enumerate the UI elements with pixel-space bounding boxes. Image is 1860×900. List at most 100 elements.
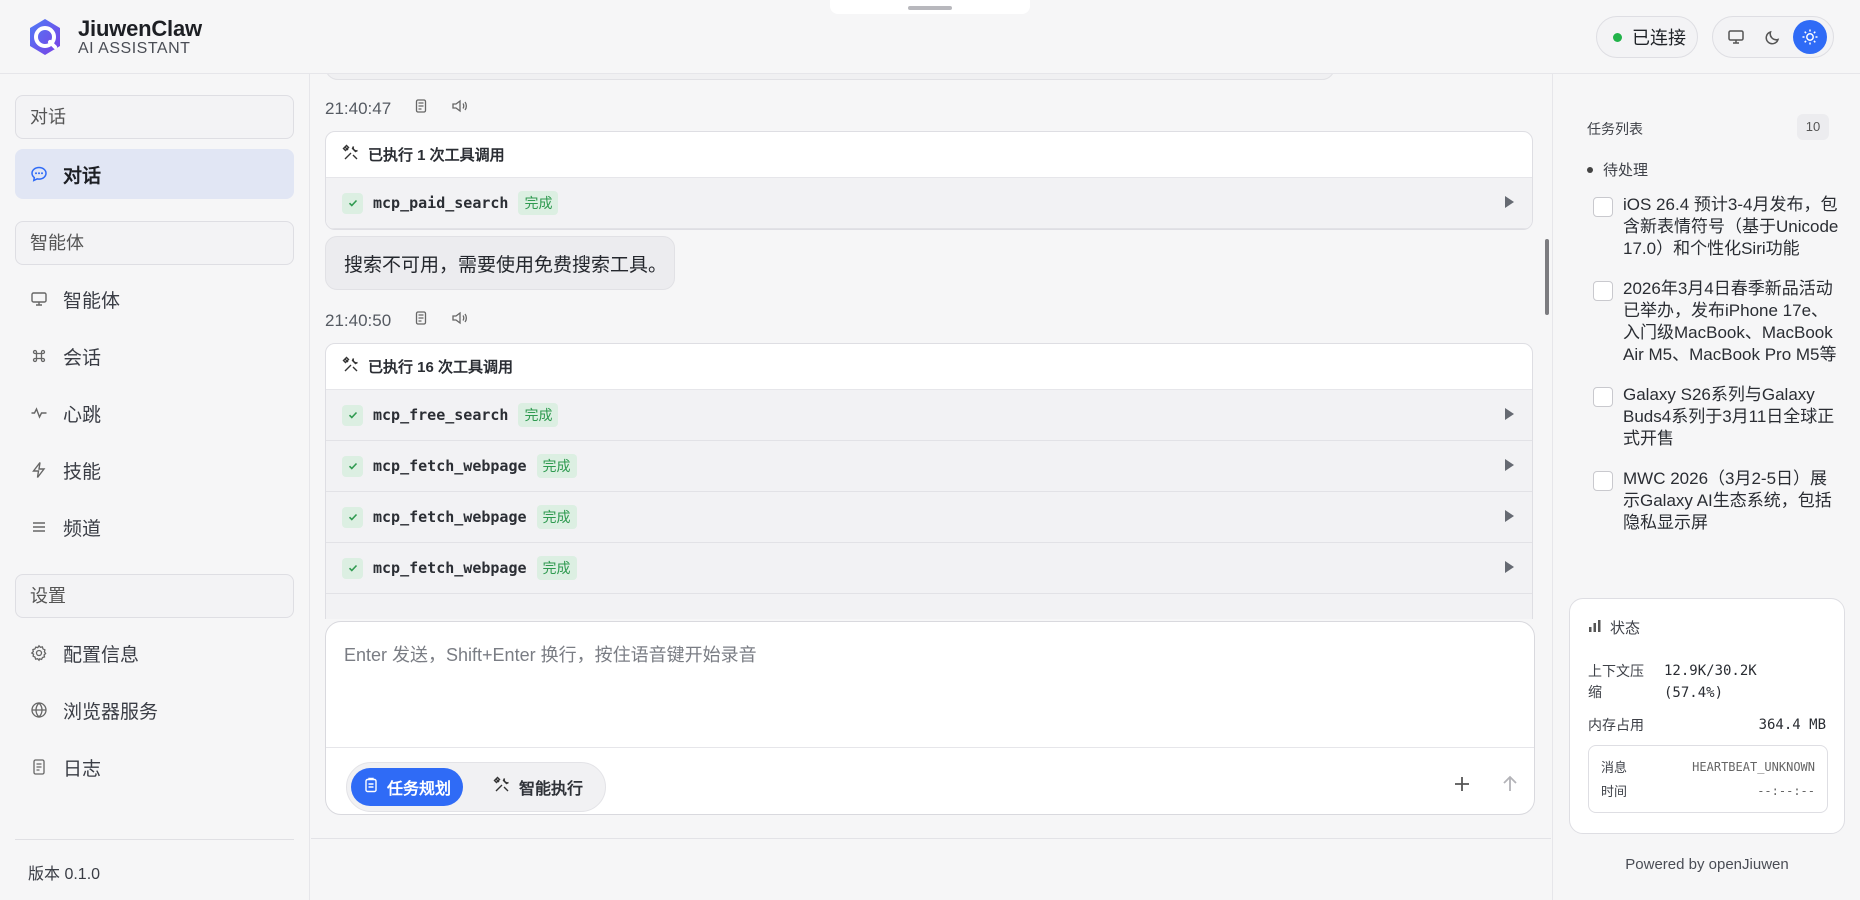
monitor-icon[interactable] <box>1719 20 1753 54</box>
sidebar-item-channels[interactable]: 频道 <box>15 502 294 552</box>
expand-arrow-icon[interactable] <box>1505 408 1514 420</box>
tool-call-row[interactable]: mcp_fetch_webpage 完成 <box>326 492 1532 543</box>
expand-arrow-icon[interactable] <box>1505 510 1514 522</box>
message-timestamp: 21:40:50 <box>325 310 392 330</box>
sidebar-item-label: 浏览器服务 <box>63 701 159 723</box>
task-checkbox[interactable] <box>1593 281 1613 301</box>
composer-divider <box>326 747 1534 748</box>
sidebar-divider <box>15 839 294 840</box>
sidebar-item-logs[interactable]: 日志 <box>15 742 294 792</box>
sidebar-section-settings: 设置 <box>15 574 294 618</box>
expand-arrow-icon[interactable] <box>1505 459 1514 471</box>
brand-subtitle: AI ASSISTANT <box>78 40 191 57</box>
message-timestamp: 21:40:47 <box>325 98 392 118</box>
tool-call-summary-label: 已执行 16 次工具调用 <box>368 359 514 376</box>
tool-call-row[interactable]: mcp_fetch_webpage 完成 <box>326 543 1532 594</box>
heartbeat-box: 消息 HEARTBEAT_UNKNOWN 时间 --:--:-- <box>1588 745 1828 813</box>
powered-by-label: Powered by openJiuwen <box>1625 856 1789 873</box>
globe-icon <box>29 700 49 720</box>
sidebar-item-config[interactable]: 配置信息 <box>15 628 294 678</box>
task-checkbox[interactable] <box>1593 387 1613 407</box>
message-meta: 21:40:47 <box>325 98 469 119</box>
sidebar-item-chat[interactable]: 对话 <box>15 149 294 199</box>
status-card-title: 状态 <box>1588 617 1640 638</box>
task-checkbox[interactable] <box>1593 471 1613 491</box>
sidebar-item-sessions[interactable]: 会话 <box>15 331 294 381</box>
context-compression-value: 12.9K/30.2K <box>1664 663 1757 679</box>
assistant-message-bubble: 搜索不可用，需要使用免费搜索工具。 <box>325 236 675 290</box>
window-drag-handle[interactable] <box>830 0 1030 14</box>
tool-call-summary[interactable]: 已执行 1 次工具调用 <box>326 132 1532 178</box>
mode-smart-execution-button[interactable]: 智能执行 <box>481 768 595 806</box>
tool-name: mcp_fetch_webpage <box>373 457 527 475</box>
plus-icon[interactable] <box>1450 772 1474 796</box>
chat-scrollbar-thumb[interactable] <box>1545 239 1549 315</box>
status-badge: 完成 <box>536 556 577 580</box>
bar-chart-icon <box>1588 619 1602 637</box>
pulse-icon <box>29 403 49 423</box>
message-list[interactable]: 21:40:47 已执行 1 次工具调用 mcp_paid_search 完成 … <box>311 74 1551 619</box>
mode-task-planning-button[interactable]: 任务规划 <box>351 768 464 806</box>
moon-icon[interactable] <box>1756 20 1790 54</box>
sidebar-item-label: 日志 <box>63 758 102 780</box>
copy-icon[interactable] <box>413 310 429 331</box>
expand-arrow-icon[interactable] <box>1505 196 1514 208</box>
sidebar: 对话 对话 智能体 智能体 会话 心跳 技能 频道 设置 配置信息 浏览器服务 … <box>0 74 310 900</box>
previous-message-bubble <box>325 74 1335 80</box>
app-version: 版本 0.1.0 <box>28 866 101 883</box>
task-list[interactable]: iOS 26.4 预计3-4月发布，包含新表情符号（基于Unicode 17.0… <box>1593 194 1843 594</box>
task-item: iOS 26.4 预计3-4月发布，包含新表情符号（基于Unicode 17.0… <box>1593 194 1843 260</box>
task-text: MWC 2026（3月2-5日）展示Galaxy AI生态系统，包括隐私显示屏 <box>1623 469 1832 532</box>
tool-call-row[interactable] <box>326 594 1532 619</box>
sidebar-item-browser-service[interactable]: 浏览器服务 <box>15 685 294 735</box>
sidebar-item-heartbeat[interactable]: 心跳 <box>15 388 294 438</box>
main-footer-divider <box>311 838 1551 839</box>
tool-call-card: 已执行 1 次工具调用 mcp_paid_search 完成 <box>325 131 1533 230</box>
tool-call-row[interactable]: mcp_paid_search 完成 <box>326 178 1532 229</box>
copy-icon[interactable] <box>413 98 429 119</box>
speaker-icon[interactable] <box>451 98 469 119</box>
chat-bubble-icon <box>29 164 49 184</box>
task-text: iOS 26.4 预计3-4月发布，包含新表情符号（基于Unicode 17.0… <box>1623 195 1839 258</box>
expand-arrow-icon[interactable] <box>1505 561 1514 573</box>
sun-icon[interactable] <box>1793 20 1828 54</box>
mode-switcher: 任务规划 智能执行 <box>346 762 606 812</box>
gear-icon <box>29 643 49 663</box>
status-title-label: 状态 <box>1610 620 1641 637</box>
theme-switcher <box>1712 16 1834 58</box>
sidebar-item-skills[interactable]: 技能 <box>15 445 294 495</box>
tool-call-row[interactable]: mcp_fetch_webpage 完成 <box>326 441 1532 492</box>
message-meta: 21:40:50 <box>325 310 469 331</box>
sidebar-section-agents: 智能体 <box>15 221 294 265</box>
tool-call-card: 已执行 16 次工具调用 mcp_free_search 完成 mcp_fetc… <box>325 343 1533 619</box>
message-input[interactable] <box>344 640 1504 670</box>
status-badge: 完成 <box>536 505 577 529</box>
lightning-icon <box>29 460 49 480</box>
sidebar-item-agents[interactable]: 智能体 <box>15 274 294 324</box>
context-compression-percent: (57.4%) <box>1664 685 1724 701</box>
tools-icon <box>493 776 511 799</box>
speaker-icon[interactable] <box>451 310 469 331</box>
tool-name: mcp_fetch_webpage <box>373 508 527 526</box>
sidebar-item-label: 智能体 <box>63 290 121 312</box>
task-checkbox[interactable] <box>1593 197 1613 217</box>
task-text: Galaxy S26系列与Galaxy Buds4系列于3月11日全球正式开售 <box>1623 385 1835 448</box>
clipboard-icon <box>363 777 379 798</box>
check-icon <box>342 455 363 477</box>
tool-call-row[interactable]: mcp_free_search 完成 <box>326 390 1532 441</box>
check-icon <box>342 192 363 214</box>
sidebar-item-label: 会话 <box>63 347 102 369</box>
status-badge: 完成 <box>518 403 559 427</box>
status-dot-icon <box>1613 32 1622 42</box>
chat-main: 21:40:47 已执行 1 次工具调用 mcp_paid_search 完成 … <box>311 74 1551 900</box>
message-composer: 任务规划 智能执行 <box>325 621 1535 815</box>
task-count-badge: 10 <box>1797 114 1829 140</box>
sidebar-item-label: 频道 <box>63 518 102 540</box>
send-arrow-icon[interactable] <box>1498 772 1522 796</box>
check-icon <box>342 506 363 528</box>
tool-name: mcp_fetch_webpage <box>373 559 527 577</box>
pending-label: 待处理 <box>1603 162 1649 179</box>
mode-label: 智能执行 <box>519 781 584 798</box>
tool-call-summary[interactable]: 已执行 16 次工具调用 <box>326 344 1532 390</box>
brand-name: JiuwenClaw <box>78 16 202 41</box>
